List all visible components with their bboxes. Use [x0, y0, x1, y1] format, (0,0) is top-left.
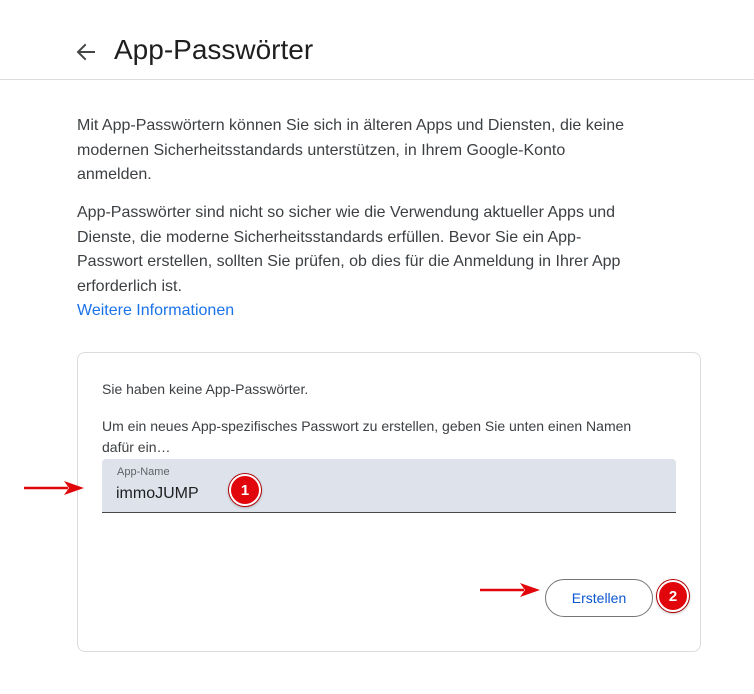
- back-button[interactable]: [72, 38, 100, 66]
- step-badge-1: 1: [229, 474, 261, 506]
- arrow-left-icon: [76, 43, 95, 61]
- intro-paragraph-2: App-Passwörter sind nicht so sicher wie …: [77, 204, 621, 295]
- learn-more-link[interactable]: Weitere Informationen: [77, 299, 234, 324]
- annotation-arrow-1-icon: [24, 481, 84, 495]
- instruction-text: Um ein neues App-spezifisches Passwort z…: [102, 418, 632, 455]
- no-passwords-text: Sie haben keine App-Passwörter.: [102, 381, 309, 397]
- app-name-input[interactable]: [116, 481, 656, 507]
- annotation-arrow-2-icon: [480, 583, 540, 597]
- step-badge-2: 2: [657, 580, 689, 612]
- page-header: App-Passwörter: [0, 0, 754, 80]
- create-button[interactable]: Erstellen: [545, 579, 653, 617]
- page-title: App-Passwörter: [114, 34, 314, 65]
- intro-paragraph-1: Mit App-Passwörtern können Sie sich in ä…: [77, 117, 624, 183]
- app-name-field[interactable]: App-Name: [102, 459, 676, 513]
- app-password-card: Sie haben keine App-Passwörter. Um ein n…: [77, 352, 701, 652]
- intro-paragraph-2-block: App-Passwörter sind nicht so sicher wie …: [77, 201, 637, 324]
- app-name-label: App-Name: [117, 466, 170, 478]
